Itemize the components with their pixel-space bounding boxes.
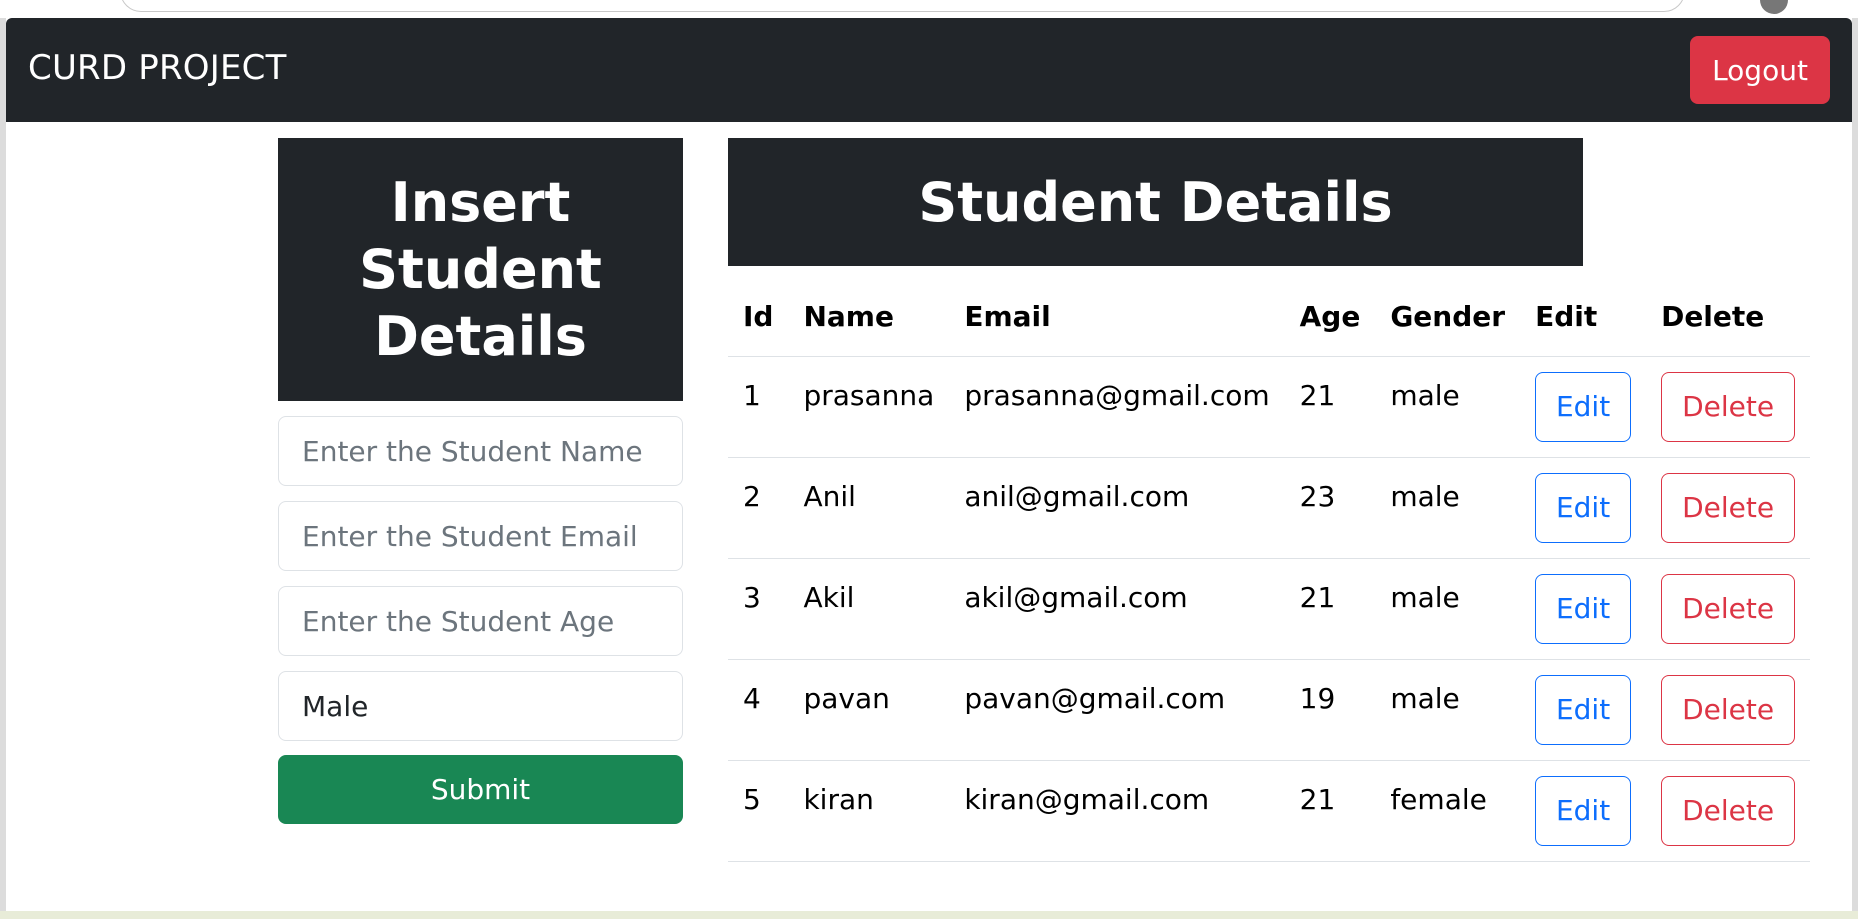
cell-age: 23 [1284,457,1376,559]
cell-name: prasanna [788,356,950,458]
table-row: 3 Akil akil@gmail.com 21 male Edit Delet… [728,558,1811,660]
navbar: CURD PROJECT Logout [6,18,1852,122]
cell-name: Anil [788,457,950,559]
table-title: Student Details [728,138,1583,266]
cell-edit: Edit [1520,659,1647,761]
students-table: Id Name Email Age Gender Edit Delete 1 p… [728,278,1811,862]
profile-icon[interactable] [1760,0,1788,14]
edit-button[interactable]: Edit [1535,775,1632,846]
cell-delete: Delete [1646,457,1811,559]
form-title: Insert Student Details [278,138,683,401]
student-name-input[interactable] [278,416,683,486]
cell-delete: Delete [1646,659,1811,761]
table-row: 5 kiran kiran@gmail.com 21 female Edit D… [728,760,1811,862]
cell-id: 3 [728,558,789,660]
cell-gender: female [1375,760,1521,862]
address-bar[interactable] [120,0,1685,12]
delete-button[interactable]: Delete [1661,371,1796,442]
edit-button[interactable]: Edit [1535,573,1632,644]
delete-button[interactable]: Delete [1661,674,1796,745]
cell-delete: Delete [1646,558,1811,660]
cell-email: pavan@gmail.com [949,659,1285,761]
cell-name: kiran [788,760,950,862]
table-row: 4 pavan pavan@gmail.com 19 male Edit Del… [728,659,1811,761]
cell-age: 19 [1284,659,1376,761]
cell-id: 5 [728,760,789,862]
delete-button[interactable]: Delete [1661,573,1796,644]
cell-name: pavan [788,659,950,761]
gender-select-value: Male [302,689,369,723]
header-delete: Delete [1646,278,1811,357]
cell-gender: male [1375,457,1521,559]
header-email: Email [949,278,1285,357]
cell-age: 21 [1284,558,1376,660]
window-bottom-edge [0,911,1858,919]
table-header-row: Id Name Email Age Gender Edit Delete [728,278,1811,357]
cell-email: anil@gmail.com [949,457,1285,559]
table-row: 2 Anil anil@gmail.com 23 male Edit Delet… [728,457,1811,559]
cell-edit: Edit [1520,356,1647,458]
insert-form-panel: Insert Student Details Male Submit [278,138,683,824]
cell-email: akil@gmail.com [949,558,1285,660]
delete-button[interactable]: Delete [1661,472,1796,543]
cell-delete: Delete [1646,356,1811,458]
header-gender: Gender [1375,278,1521,357]
cell-email: kiran@gmail.com [949,760,1285,862]
cell-id: 1 [728,356,789,458]
cell-gender: male [1375,558,1521,660]
page: CURD PROJECT Logout Insert Student Detai… [6,18,1852,911]
header-edit: Edit [1520,278,1647,357]
cell-id: 2 [728,457,789,559]
header-id: Id [728,278,789,357]
cell-edit: Edit [1520,558,1647,660]
cell-edit: Edit [1520,457,1647,559]
table-row: 1 prasanna prasanna@gmail.com 21 male Ed… [728,356,1811,458]
browser-chrome [0,0,1858,18]
cell-gender: male [1375,659,1521,761]
cell-name: Akil [788,558,950,660]
delete-button[interactable]: Delete [1661,775,1796,846]
cell-email: prasanna@gmail.com [949,356,1285,458]
edit-button[interactable]: Edit [1535,472,1632,543]
student-email-input[interactable] [278,501,683,571]
student-table-panel: Student Details Id Name Email Age Gender… [728,138,1811,862]
submit-button[interactable]: Submit [278,755,683,824]
cell-id: 4 [728,659,789,761]
edit-button[interactable]: Edit [1535,371,1632,442]
brand-title: CURD PROJECT [28,48,287,88]
cell-age: 21 [1284,760,1376,862]
logout-button[interactable]: Logout [1690,36,1830,104]
student-age-input[interactable] [278,586,683,656]
header-name: Name [788,278,950,357]
gender-select[interactable]: Male [278,671,683,741]
cell-age: 21 [1284,356,1376,458]
cell-delete: Delete [1646,760,1811,862]
header-age: Age [1284,278,1376,357]
cell-gender: male [1375,356,1521,458]
edit-button[interactable]: Edit [1535,674,1632,745]
cell-edit: Edit [1520,760,1647,862]
